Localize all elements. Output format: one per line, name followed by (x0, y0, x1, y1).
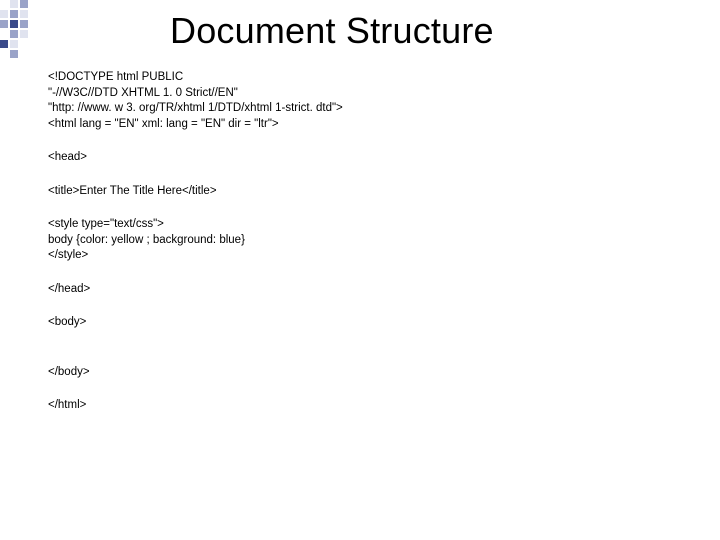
slide: Document Structure <!DOCTYPE html PUBLIC… (0, 0, 720, 540)
code-line: </head> (48, 282, 690, 298)
code-content: <!DOCTYPE html PUBLIC "-//W3C//DTD XHTML… (48, 70, 690, 432)
corner-decoration (0, 0, 40, 80)
code-line: <head> (48, 150, 690, 166)
code-line: <!DOCTYPE html PUBLIC "-//W3C//DTD XHTML… (48, 70, 690, 132)
slide-title: Document Structure (170, 10, 494, 52)
code-line: <body> (48, 315, 690, 331)
code-line: <title>Enter The Title Here</title> (48, 184, 690, 200)
code-line: <style type="text/css"> body {color: yel… (48, 217, 690, 264)
code-line: </body> (48, 365, 690, 381)
code-line: </html> (48, 398, 690, 414)
